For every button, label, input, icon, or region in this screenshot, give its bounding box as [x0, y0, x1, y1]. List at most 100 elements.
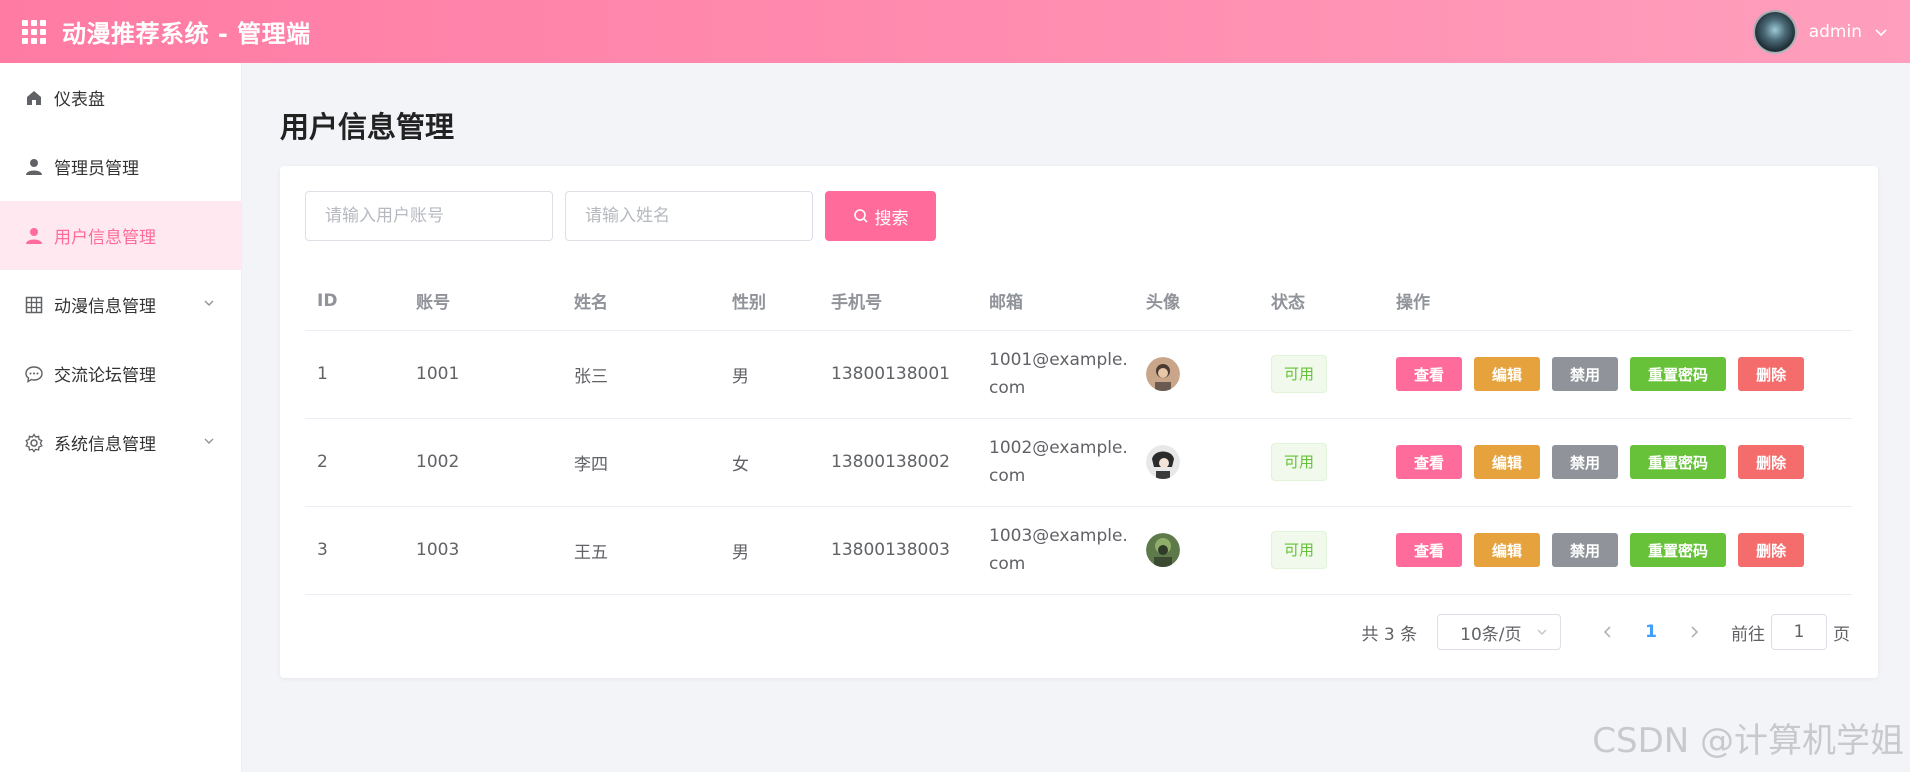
chevron-down-icon[interactable] [203, 435, 215, 447]
sidebar-item-system[interactable]: 系统信息管理 [0, 408, 241, 477]
user-icon [24, 157, 44, 177]
apps-grid-icon[interactable] [22, 19, 46, 44]
cell-name: 张三 [562, 330, 720, 419]
sidebar-item-label: 动漫信息管理 [54, 297, 156, 317]
disable-button[interactable]: 禁用 [1552, 533, 1619, 567]
avatar[interactable] [1752, 9, 1797, 54]
email-part: 1002@example. [989, 438, 1128, 458]
status-badge: 可用 [1271, 355, 1328, 393]
sidebar-item-forum[interactable]: 交流论坛管理 [0, 339, 241, 408]
reset-password-button[interactable]: 重置密码 [1630, 533, 1727, 567]
sidebar-item-dashboard[interactable]: 仪表盘 [0, 63, 241, 132]
sidebar-item-label: 用户信息管理 [54, 228, 156, 248]
cell-id: 1 [305, 330, 404, 419]
column-header: 账号 [404, 272, 562, 331]
cell-id: 3 [305, 506, 404, 595]
home-icon [24, 88, 44, 108]
chat-icon [24, 364, 44, 384]
cell-email: 1002@example. com [977, 418, 1134, 507]
page-title: 用户信息管理 [280, 110, 455, 144]
content-card: 搜索 ID 账号 姓名 性别 手机号 邮箱 头像 状态 操作 1 1001 张三… [280, 166, 1878, 678]
view-button[interactable]: 查看 [1396, 357, 1463, 391]
sidebar-item-users[interactable]: 用户信息管理 [0, 201, 241, 270]
reset-password-button[interactable]: 重置密码 [1630, 357, 1727, 391]
column-header: ID [305, 272, 404, 331]
chevron-down-icon [1537, 629, 1547, 635]
status-badge: 可用 [1271, 443, 1328, 481]
edit-button[interactable]: 编辑 [1474, 445, 1541, 479]
next-page-icon[interactable] [1687, 625, 1701, 639]
cell-gender: 女 [720, 418, 819, 507]
top-header: 动漫推荐系统 - 管理端 admin [0, 0, 1910, 63]
cell-name: 李四 [562, 418, 720, 507]
reset-password-button[interactable]: 重置密码 [1630, 445, 1727, 479]
delete-button[interactable]: 删除 [1738, 357, 1805, 391]
sidebar-item-label: 交流论坛管理 [54, 366, 156, 386]
disable-button[interactable]: 禁用 [1552, 357, 1619, 391]
column-header: 状态 [1259, 272, 1384, 331]
watermark: CSDN @计算机学姐 [1592, 721, 1904, 761]
cell-status: 可用 [1259, 330, 1384, 419]
email-part: com [989, 466, 1026, 486]
delete-button[interactable]: 删除 [1738, 445, 1805, 479]
sidebar-item-admins[interactable]: 管理员管理 [0, 132, 241, 201]
user-table: ID 账号 姓名 性别 手机号 邮箱 头像 状态 操作 1 1001 张三 男 … [305, 272, 1852, 595]
cell-id: 2 [305, 418, 404, 507]
account-search-input[interactable] [305, 191, 553, 241]
column-header: 性别 [720, 272, 819, 331]
view-button[interactable]: 查看 [1396, 445, 1463, 479]
username[interactable]: admin [1809, 22, 1862, 42]
avatar [1146, 533, 1180, 567]
avatar [1146, 357, 1180, 391]
page-number[interactable]: 1 [1645, 622, 1657, 642]
cell-account: 1001 [404, 330, 562, 419]
cell-name: 王五 [562, 506, 720, 595]
cell-phone: 13800138003 [819, 506, 977, 595]
total-count: 共 3 条 [1361, 624, 1418, 645]
email-part: com [989, 554, 1026, 574]
cell-phone: 13800138002 [819, 418, 977, 507]
search-button[interactable]: 搜索 [825, 191, 936, 241]
edit-button[interactable]: 编辑 [1474, 533, 1541, 567]
chevron-down-icon[interactable] [1874, 25, 1888, 39]
sidebar-item-label: 系统信息管理 [54, 435, 156, 455]
table-row: 3 1003 王五 男 13800138003 1003@example. com… [305, 506, 1852, 595]
column-header: 头像 [1134, 272, 1259, 331]
cell-account: 1003 [404, 506, 562, 595]
cell-gender: 男 [720, 330, 819, 419]
cell-status: 可用 [1259, 506, 1384, 595]
goto-label: 前往 [1731, 624, 1765, 645]
sidebar-item-anime[interactable]: 动漫信息管理 [0, 270, 241, 339]
page-size-select[interactable]: 10条/页 [1437, 614, 1562, 650]
cell-account: 1002 [404, 418, 562, 507]
column-header: 手机号 [819, 272, 977, 331]
user-menu[interactable]: admin [1752, 9, 1888, 54]
edit-button[interactable]: 编辑 [1474, 357, 1541, 391]
status-badge: 可用 [1271, 531, 1328, 569]
email-part: 1001@example. [989, 350, 1128, 370]
goto-page-input[interactable] [1771, 614, 1827, 650]
name-search-input[interactable] [565, 191, 813, 241]
view-button[interactable]: 查看 [1396, 533, 1463, 567]
avatar [1146, 445, 1180, 479]
cell-status: 可用 [1259, 418, 1384, 507]
sidebar: 仪表盘 管理员管理 用户信息管理 动漫信息管理 交流论坛管理 系统信息管理 [0, 63, 242, 772]
search-icon [853, 209, 868, 223]
cell-avatar [1134, 506, 1259, 595]
brand: 动漫推荐系统 - 管理端 [22, 14, 311, 49]
grid-table-icon [24, 295, 44, 315]
prev-page-icon[interactable] [1601, 625, 1615, 639]
sidebar-item-label: 仪表盘 [54, 90, 105, 110]
column-header: 操作 [1384, 272, 1852, 331]
delete-button[interactable]: 删除 [1738, 533, 1805, 567]
column-header: 姓名 [562, 272, 720, 331]
cell-avatar [1134, 418, 1259, 507]
cell-gender: 男 [720, 506, 819, 595]
disable-button[interactable]: 禁用 [1552, 445, 1619, 479]
user-icon [24, 226, 44, 246]
page-size-value: 10条/页 [1460, 624, 1522, 645]
cell-email: 1001@example. com [977, 330, 1134, 419]
chevron-down-icon[interactable] [203, 297, 215, 309]
app-title: 动漫推荐系统 - 管理端 [62, 20, 311, 48]
pagination: 共 3 条 10条/页 1 前往 页 [1362, 614, 1850, 650]
